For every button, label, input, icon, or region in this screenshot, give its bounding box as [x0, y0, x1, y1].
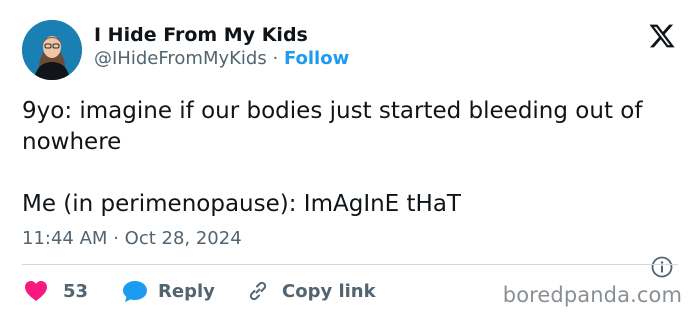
- author-handle-row: @IHideFromMyKids · Follow: [94, 48, 349, 69]
- link-icon: [249, 281, 267, 301]
- like-button[interactable]: 53: [24, 279, 88, 303]
- divider: [22, 264, 678, 265]
- watermark: boredpanda.com: [502, 283, 682, 307]
- like-count: 53: [63, 280, 89, 302]
- avatar-image: [22, 20, 82, 80]
- speech-bubble-icon: [123, 281, 147, 302]
- avatar[interactable]: [22, 20, 82, 80]
- tweet-date[interactable]: Oct 28, 2024: [125, 228, 242, 249]
- info-icon[interactable]: [650, 255, 674, 279]
- author-handle[interactable]: @IHideFromMyKids: [94, 48, 267, 69]
- handle-separator: ·: [272, 48, 279, 69]
- copy-link-button[interactable]: Copy link: [246, 279, 376, 303]
- follow-button[interactable]: Follow: [284, 48, 349, 69]
- tweet-meta: 11:44 AM · Oct 28, 2024: [22, 228, 242, 249]
- meta-separator: ·: [113, 228, 119, 249]
- tweet-text: 9yo: imagine if our bodies just started …: [22, 98, 643, 217]
- tweet-time[interactable]: 11:44 AM: [22, 228, 107, 249]
- copy-link-label: Copy link: [282, 280, 376, 302]
- reply-label: Reply: [158, 280, 215, 302]
- x-logo-icon[interactable]: [647, 22, 677, 50]
- author-display-name[interactable]: I Hide From My Kids: [94, 24, 308, 46]
- heart-icon: [25, 281, 47, 301]
- reply-button[interactable]: Reply: [122, 279, 215, 303]
